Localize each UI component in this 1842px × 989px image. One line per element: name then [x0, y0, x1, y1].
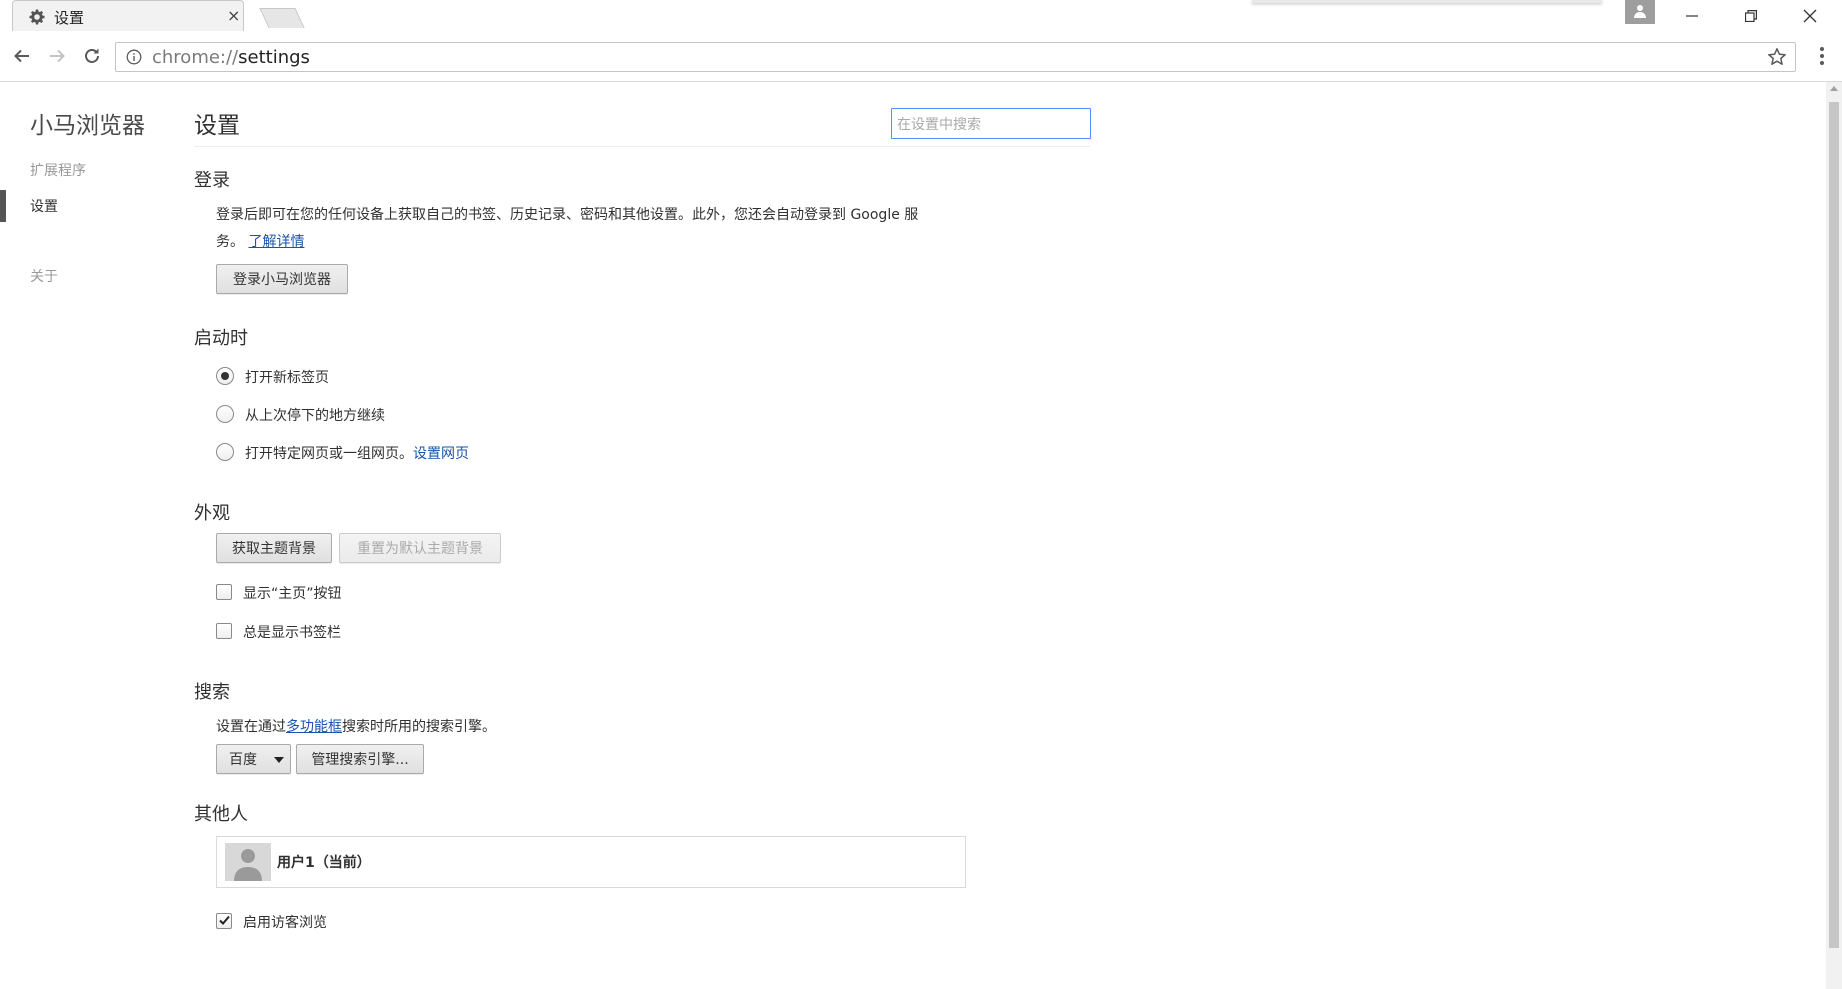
appearance-heading: 外观	[194, 503, 230, 524]
tab-settings[interactable]: 设置 ×	[12, 0, 244, 31]
title-divider	[194, 146, 1090, 147]
startup-radio-specific-pages[interactable]	[216, 443, 234, 461]
show-bookmarks-checkbox[interactable]	[216, 623, 232, 639]
reload-icon	[85, 48, 99, 63]
search-heading: 搜索	[194, 682, 230, 703]
minimize-button[interactable]	[1672, 2, 1712, 30]
address-bar[interactable]: chrome://settings	[115, 42, 1796, 72]
browser-toolbar: chrome://settings	[0, 32, 1842, 82]
signin-description-line2: 务。 了解详情	[216, 231, 304, 251]
reset-theme-button[interactable]: 重置为默认主题背景	[339, 533, 501, 563]
guest-browsing-checkbox[interactable]	[216, 913, 232, 929]
profile-list[interactable]: 用户1（当前）	[216, 836, 966, 888]
guest-browsing-label: 启用访客浏览	[243, 915, 327, 931]
manage-search-engines-button[interactable]: 管理搜索引擎...	[296, 744, 424, 774]
minimize-icon	[1686, 15, 1698, 17]
restore-button[interactable]	[1731, 2, 1771, 30]
page-title: 设置	[194, 113, 240, 139]
restore-icon	[1745, 10, 1757, 22]
tab-title: 设置	[54, 9, 85, 27]
people-heading: 其他人	[194, 804, 248, 825]
checkmark-icon	[219, 915, 230, 925]
signin-description-line1: 登录后即可在您的任何设备上获取自己的书签、历史记录、密码和其他设置。此外，您还会…	[216, 207, 919, 223]
startup-option-text: 打开特定网页或一组网页。	[245, 446, 413, 462]
bookmark-star-icon[interactable]	[1767, 47, 1787, 67]
search-engine-select[interactable]: 百度	[216, 744, 291, 774]
brand-title: 小马浏览器	[30, 113, 145, 139]
search-input[interactable]	[891, 108, 1091, 139]
show-home-checkbox[interactable]	[216, 584, 232, 600]
startup-option-label: 打开新标签页	[245, 370, 329, 386]
search-desc-suffix: 搜索时所用的搜索引擎。	[342, 719, 496, 735]
new-tab-button[interactable]	[259, 8, 305, 28]
omnibox-link[interactable]: 多功能框	[286, 719, 342, 735]
settings-page: 小马浏览器 扩展程序 设置 关于 设置 登录 登录后即可在您的任何设备上获取自己…	[0, 82, 1826, 989]
sidebar-item-about[interactable]: 关于	[30, 266, 58, 286]
search-desc-prefix: 设置在通过	[216, 719, 286, 735]
startup-option-label: 从上次停下的地方继续	[245, 408, 385, 424]
person-icon	[234, 849, 262, 881]
learn-more-link[interactable]: 了解详情	[248, 234, 304, 250]
signin-description-end: 务。	[216, 234, 244, 250]
url-text: chrome://settings	[152, 47, 310, 68]
url-path: settings	[238, 47, 310, 68]
avatar	[225, 843, 271, 881]
tab-close-icon[interactable]: ×	[227, 7, 240, 25]
browser-menu-button[interactable]	[1812, 44, 1832, 68]
url-scheme: chrome://	[152, 47, 239, 68]
arrow-right-icon	[50, 49, 65, 63]
dropdown-arrow-icon	[274, 757, 284, 763]
scrollbar-thumb[interactable]	[1829, 102, 1839, 948]
title-bar: 设置 ×	[0, 0, 1842, 32]
gear-icon	[29, 9, 45, 25]
get-themes-button[interactable]: 获取主题背景	[216, 533, 332, 563]
signin-button[interactable]: 登录小马浏览器	[216, 264, 348, 294]
signin-heading: 登录	[194, 170, 230, 191]
startup-heading: 启动时	[194, 328, 248, 349]
set-pages-link[interactable]: 设置网页	[413, 446, 469, 462]
more-vertical-icon	[1820, 47, 1824, 65]
sidebar-item-settings[interactable]: 设置	[30, 196, 58, 216]
scroll-up-arrow-icon[interactable]	[1830, 86, 1838, 91]
startup-radio-new-tab[interactable]	[216, 367, 234, 385]
person-icon	[1634, 5, 1646, 18]
profile-name: 用户1（当前）	[277, 855, 371, 871]
popup-edge	[1252, 0, 1602, 3]
search-engine-value: 百度	[229, 752, 257, 768]
close-icon	[1803, 9, 1817, 23]
profile-button[interactable]	[1625, 0, 1655, 24]
arrow-left-icon	[14, 49, 29, 63]
info-icon[interactable]	[126, 49, 142, 65]
sidebar-item-extensions[interactable]: 扩展程序	[30, 160, 86, 180]
startup-radio-continue[interactable]	[216, 405, 234, 423]
vertical-scrollbar[interactable]	[1826, 82, 1842, 989]
sidebar-selected-marker	[0, 190, 6, 222]
show-home-label: 显示“主页”按钮	[243, 586, 342, 602]
show-bookmarks-label: 总是显示书签栏	[243, 625, 341, 641]
back-button[interactable]	[10, 44, 34, 68]
forward-button[interactable]	[45, 44, 69, 68]
close-window-button[interactable]	[1790, 2, 1830, 30]
search-description: 设置在通过多功能框搜索时所用的搜索引擎。	[216, 716, 496, 736]
startup-option-label: 打开特定网页或一组网页。设置网页	[245, 443, 469, 463]
reload-button[interactable]	[80, 44, 104, 68]
